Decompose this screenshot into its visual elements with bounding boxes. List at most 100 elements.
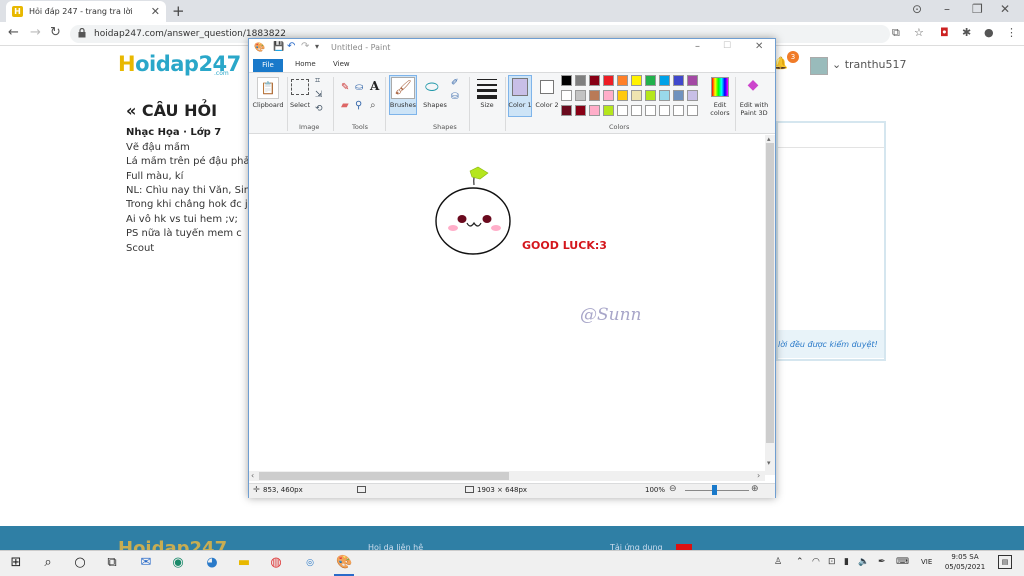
edit-paint3d-button[interactable]: Edit with Paint 3D xyxy=(737,101,771,117)
translate-icon[interactable]: ⧉ xyxy=(892,26,900,40)
select-button[interactable]: Select xyxy=(287,101,313,109)
palette-swatch[interactable] xyxy=(617,105,628,116)
network-icon[interactable]: ⊡ xyxy=(828,557,836,567)
color1-button[interactable]: Color 1 xyxy=(507,101,533,109)
paint-minimize-icon[interactable]: – xyxy=(695,41,700,52)
close-tab-icon[interactable]: ✕ xyxy=(151,5,160,18)
people-icon[interactable]: ♙ xyxy=(774,557,782,567)
pen-icon[interactable]: ✒ xyxy=(878,557,886,567)
volume-icon[interactable]: 🔈 xyxy=(858,557,869,567)
search-icon[interactable]: ⌕ xyxy=(40,555,56,571)
palette-swatch[interactable] xyxy=(673,75,684,86)
brushes-button[interactable]: Brushes xyxy=(387,101,419,109)
palette-swatch[interactable] xyxy=(561,90,572,101)
file-explorer-icon[interactable]: ▬ xyxy=(236,555,252,571)
rotate-icon[interactable]: ⟲ xyxy=(315,104,323,114)
color1-swatch[interactable] xyxy=(512,78,528,96)
color2-swatch[interactable] xyxy=(540,80,554,94)
minimize-icon[interactable]: – xyxy=(944,2,950,16)
palette-swatch[interactable] xyxy=(603,105,614,116)
windows-start-icon[interactable]: ⊞ xyxy=(8,555,24,571)
redo-icon[interactable]: ↷ xyxy=(301,41,309,52)
zoom-in-icon[interactable]: ⊕ xyxy=(751,484,759,494)
scroll-left-icon[interactable]: ‹ xyxy=(251,471,254,480)
edit-colors-icon[interactable] xyxy=(711,77,729,97)
clipboard-icon[interactable]: 📋 xyxy=(257,77,279,99)
palette-swatch[interactable] xyxy=(575,90,586,101)
outline-icon[interactable]: ✐ xyxy=(451,78,459,88)
palette-swatch[interactable] xyxy=(645,90,656,101)
scroll-up-icon[interactable]: ▴ xyxy=(767,135,771,143)
shapes-button[interactable]: Shapes xyxy=(419,101,451,109)
input-language[interactable]: VIE xyxy=(921,558,932,566)
palette-swatch[interactable] xyxy=(575,105,586,116)
restore-icon[interactable]: ❐ xyxy=(972,2,983,16)
chrome-icon[interactable]: ◍ xyxy=(268,555,284,571)
browser-tab[interactable]: H Hỏi đáp 247 - trang tra lời ✕ xyxy=(6,1,166,22)
palette-swatch[interactable] xyxy=(645,75,656,86)
palette-swatch[interactable] xyxy=(659,105,670,116)
palette-swatch[interactable] xyxy=(673,90,684,101)
wifi-icon[interactable]: ◠ xyxy=(812,557,820,567)
palette-swatch[interactable] xyxy=(631,105,642,116)
keyboard-icon[interactable]: ⌨ xyxy=(896,557,909,567)
profile-icon[interactable]: ● xyxy=(984,26,994,39)
palette-swatch[interactable] xyxy=(603,75,614,86)
battery-icon[interactable]: ▮ xyxy=(844,557,849,567)
palette-swatch[interactable] xyxy=(673,105,684,116)
scroll-down-icon[interactable]: ▾ xyxy=(767,459,771,467)
palette-swatch[interactable] xyxy=(687,105,698,116)
palette-swatch[interactable] xyxy=(603,90,614,101)
tab-file[interactable]: File xyxy=(253,59,283,72)
clock[interactable]: 9:05 SA 05/05/2021 xyxy=(940,552,990,572)
palette-swatch[interactable] xyxy=(589,75,600,86)
quick-access-dropdown-icon[interactable]: ▾ xyxy=(315,42,319,51)
paint-maximize-icon[interactable]: ☐ xyxy=(723,41,731,51)
size-line-icon[interactable] xyxy=(477,95,497,99)
horizontal-scroll-thumb[interactable] xyxy=(259,472,509,480)
avatar[interactable] xyxy=(810,57,828,75)
size-button[interactable]: Size xyxy=(471,101,503,109)
shapes-icon[interactable]: ⬭ xyxy=(425,77,439,97)
app-icon[interactable]: ◕ xyxy=(204,555,220,571)
palette-swatch[interactable] xyxy=(631,90,642,101)
select-icon[interactable] xyxy=(291,79,309,95)
palette-swatch[interactable] xyxy=(561,75,572,86)
fill-icon[interactable]: ⛀ xyxy=(355,82,363,93)
chrome-menu-icon[interactable]: ⋮ xyxy=(1006,26,1017,39)
palette-swatch[interactable] xyxy=(687,90,698,101)
extensions-puzzle-icon[interactable]: ✱ xyxy=(962,26,971,39)
paint-close-icon[interactable]: ✕ xyxy=(755,41,763,52)
tab-search-icon[interactable]: ⊙ xyxy=(912,2,922,16)
clipboard-button[interactable]: Clipboard xyxy=(251,101,285,109)
palette-swatch[interactable] xyxy=(659,90,670,101)
back-arrow-icon[interactable]: ← xyxy=(8,25,19,40)
zoom-out-icon[interactable]: ⊖ xyxy=(669,484,677,494)
tab-home[interactable]: Home xyxy=(295,60,316,68)
magnifier-icon[interactable]: ⌕ xyxy=(370,100,376,111)
cortana-icon[interactable]: ○ xyxy=(72,555,88,571)
palette-swatch[interactable] xyxy=(561,105,572,116)
paint-taskbar-icon[interactable]: 🎨 xyxy=(336,555,352,571)
size-line-icon[interactable] xyxy=(477,84,497,86)
show-hidden-icons[interactable]: ⌃ xyxy=(796,557,804,567)
notifications-icon[interactable]: ▤ xyxy=(998,555,1012,569)
edge-browser-icon[interactable]: ◉ xyxy=(170,555,186,571)
bookmark-star-icon[interactable]: ☆ xyxy=(914,26,924,39)
zoom-slider-thumb[interactable] xyxy=(712,485,717,495)
palette-swatch[interactable] xyxy=(617,75,628,86)
palette-swatch[interactable] xyxy=(687,75,698,86)
zalo-icon[interactable]: ◎ xyxy=(302,555,318,571)
username-link[interactable]: ⌄ tranthu517 xyxy=(832,58,907,71)
fill-shape-icon[interactable]: ⛁ xyxy=(451,92,459,102)
resize-icon[interactable]: ⇲ xyxy=(315,90,323,100)
pencil-icon[interactable]: ✎ xyxy=(341,82,349,93)
vertical-scroll-thumb[interactable] xyxy=(766,143,774,443)
color-palette[interactable] xyxy=(561,75,706,121)
text-tool-icon[interactable]: A xyxy=(370,79,379,93)
size-line-icon[interactable] xyxy=(477,79,497,80)
undo-icon[interactable]: ↶ xyxy=(287,41,295,52)
color-picker-icon[interactable]: ⚲ xyxy=(355,100,362,111)
palette-swatch[interactable] xyxy=(631,75,642,86)
palette-swatch[interactable] xyxy=(659,75,670,86)
